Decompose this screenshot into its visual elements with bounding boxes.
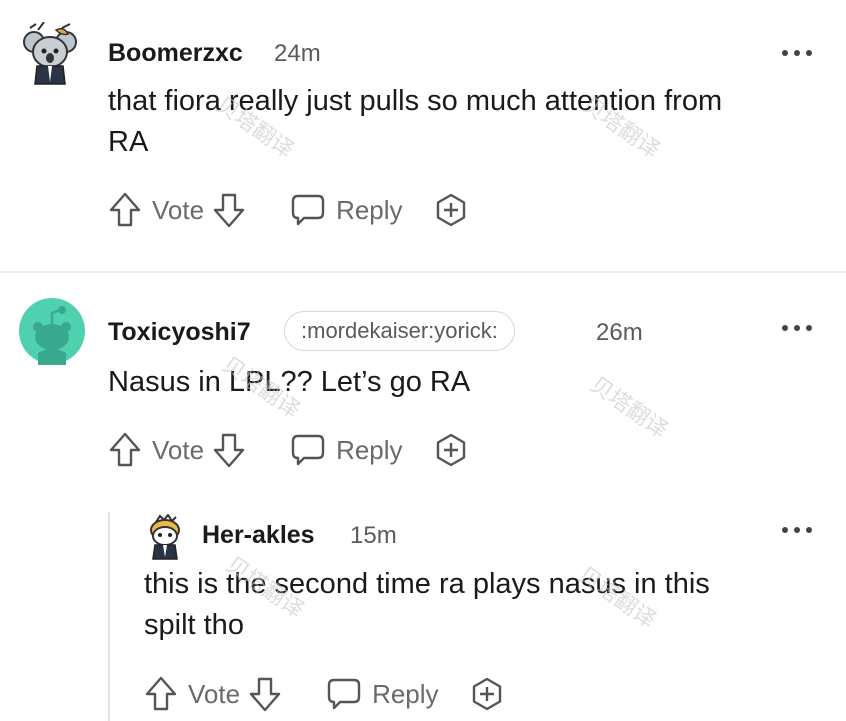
arrow-down-icon (249, 677, 281, 712)
comment-toxicyoshi7: Toxicyoshi7 :mordekaiser:yorick: 26m Nas… (0, 273, 846, 513)
comment-actions: Vote Reply (108, 188, 469, 232)
comment-body-line: RA (108, 126, 149, 158)
vote-label: Vote (188, 678, 241, 709)
award-button[interactable] (433, 192, 469, 228)
comment-actions: Vote Reply (144, 672, 505, 716)
username[interactable]: Boomerzxc (108, 39, 243, 68)
comment-boomerzxc: Boomerzxc 24m that fiora really just pul… (0, 0, 846, 271)
upvote-button[interactable] (108, 191, 142, 229)
downvote-button[interactable] (212, 191, 246, 229)
comment-body-line: that fiora really just pulls so much att… (108, 85, 723, 117)
arrow-down-icon (213, 433, 245, 468)
reply-label: Reply (336, 434, 403, 465)
downvote-button[interactable] (212, 431, 246, 469)
vote-label: Vote (152, 194, 205, 225)
award-button[interactable] (433, 432, 469, 468)
koala-avatar-icon (23, 21, 77, 85)
award-button[interactable] (469, 676, 505, 712)
snoo-avatar-icon (150, 513, 180, 560)
comment-body-line: spilt tho (144, 609, 244, 641)
speech-bubble-icon (327, 678, 361, 710)
plus-circle-icon (436, 193, 465, 227)
upvote-button[interactable] (108, 431, 142, 469)
timestamp: 24m (274, 40, 321, 67)
plus-circle-icon (436, 433, 465, 467)
comment-body-line: this is the second time ra plays nasus i… (144, 568, 710, 600)
timestamp: 26m (596, 319, 643, 346)
avatar[interactable] (18, 297, 86, 365)
arrow-up-icon (109, 432, 141, 467)
downvote-button[interactable] (248, 675, 282, 713)
speech-bubble-icon (291, 194, 325, 226)
reply-label: Reply (336, 194, 403, 225)
more-options-icon[interactable] (780, 523, 814, 537)
reply-button[interactable]: Reply (290, 432, 403, 468)
timestamp: 15m (350, 522, 397, 549)
user-flair: :mordekaiser:yorick: (284, 311, 515, 351)
more-options-icon[interactable] (780, 321, 814, 335)
more-options-icon[interactable] (780, 46, 814, 60)
arrow-down-icon (213, 193, 245, 228)
comment-body: Nasus in LPL?? Let’s go RA (108, 362, 828, 403)
avatar[interactable] (146, 513, 184, 560)
comment-body: that fiora really just pulls so much att… (108, 81, 828, 163)
arrow-up-icon (145, 676, 177, 711)
username[interactable]: Toxicyoshi7 (108, 318, 251, 347)
arrow-up-icon (109, 192, 141, 227)
reply-button[interactable]: Reply (290, 192, 403, 228)
comment-actions: Vote Reply (108, 428, 469, 472)
username[interactable]: Her-akles (202, 521, 315, 550)
reply-label: Reply (372, 678, 439, 709)
plus-circle-icon (472, 677, 501, 711)
comment-body-line: Nasus in LPL?? Let’s go RA (108, 366, 471, 398)
reply-button[interactable]: Reply (326, 676, 439, 712)
comment-body: this is the second time ra plays nasus i… (144, 564, 834, 646)
snoo-avatar-icon (19, 298, 85, 365)
speech-bubble-icon (291, 434, 325, 466)
upvote-button[interactable] (144, 675, 178, 713)
comment-her-akles: Her-akles 15m this is the second time ra… (0, 512, 846, 721)
avatar[interactable] (22, 21, 78, 86)
vote-label: Vote (152, 434, 205, 465)
